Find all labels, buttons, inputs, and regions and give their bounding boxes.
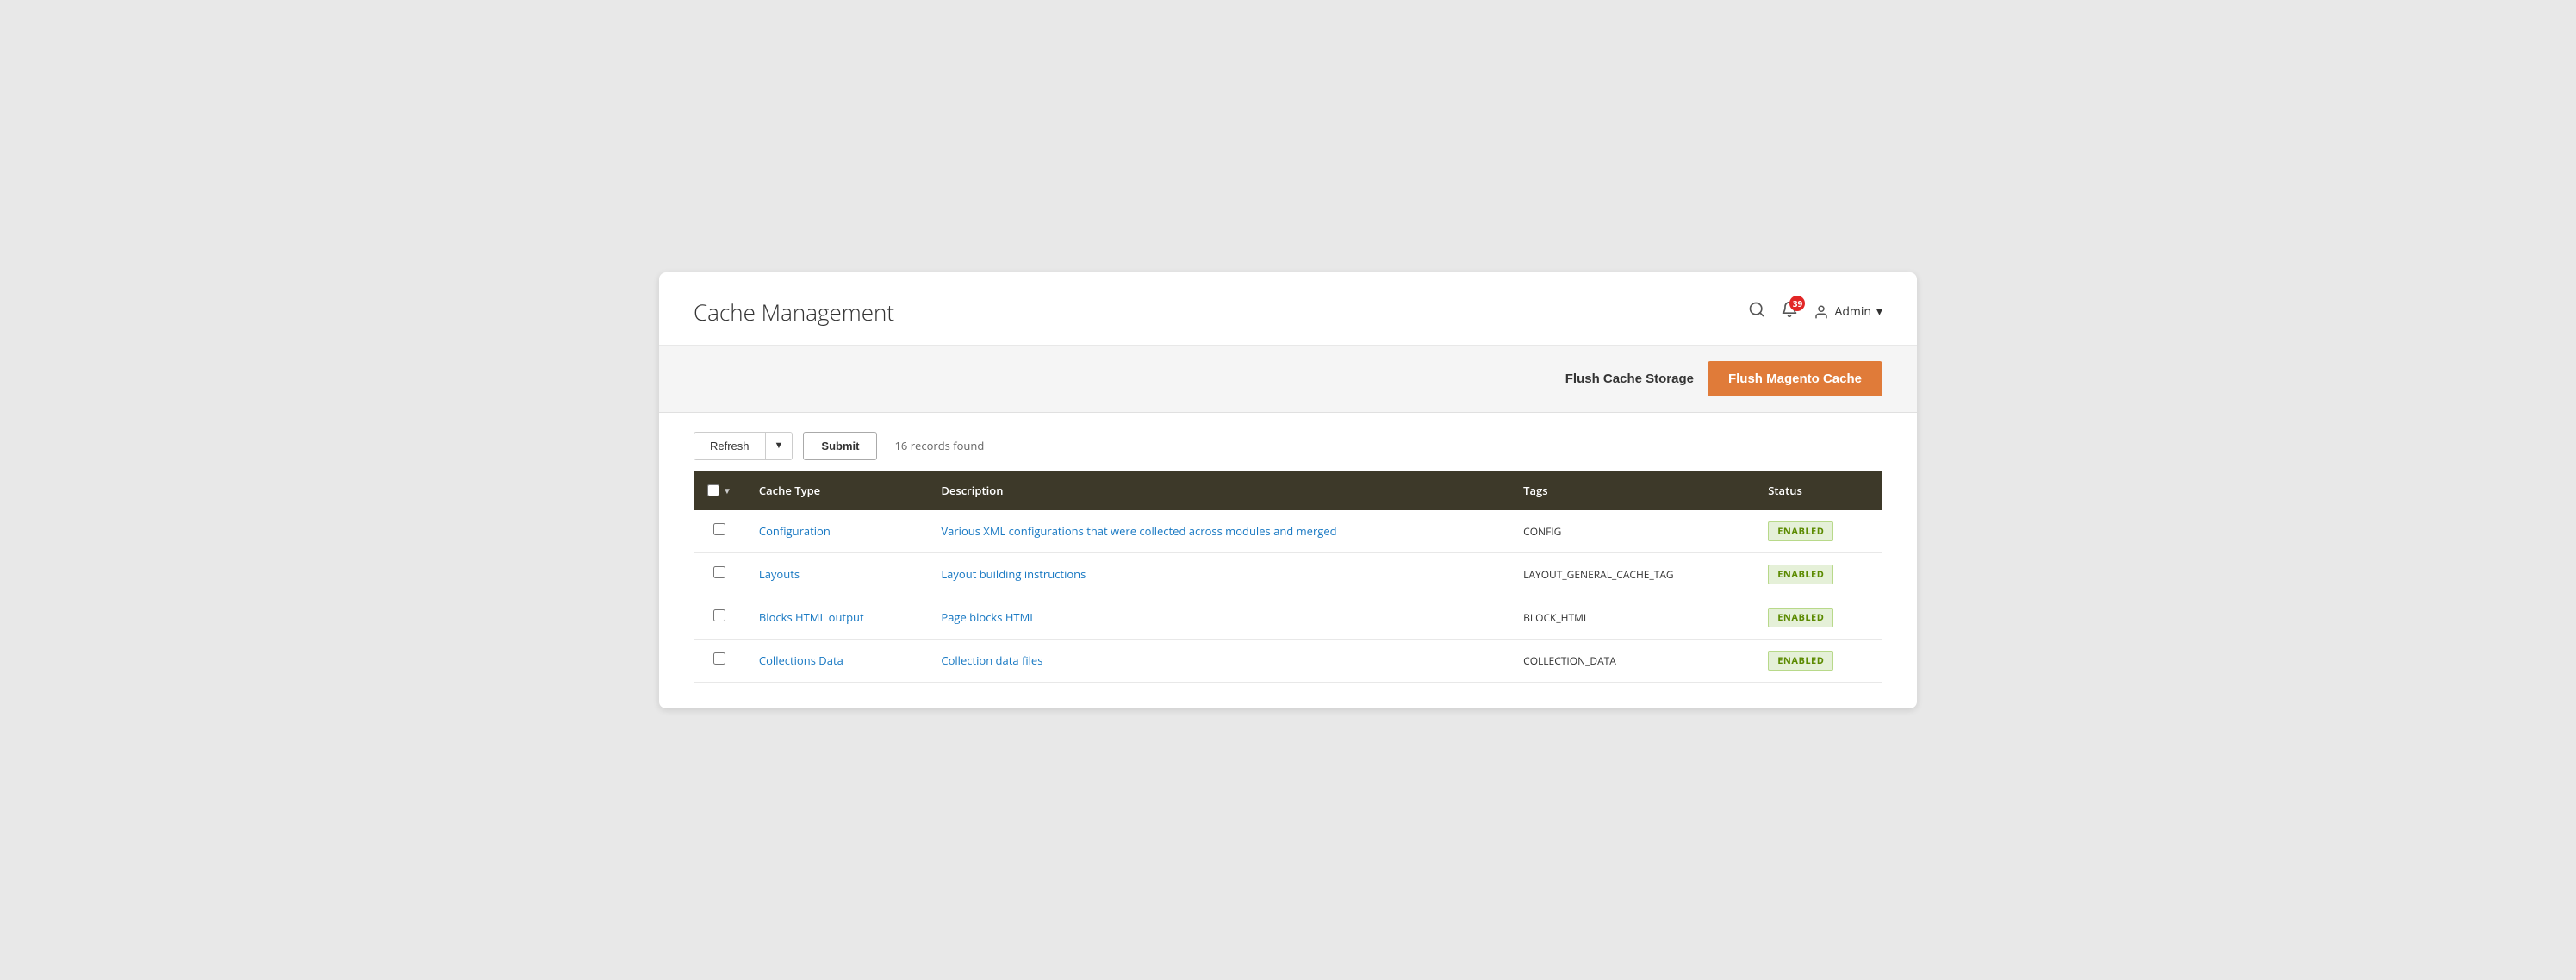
table-row: Layouts Layout building instructions LAYOU… bbox=[694, 552, 1882, 596]
toolbar: Refresh ▼ Submit 16 records found bbox=[659, 413, 1917, 471]
description-link[interactable]: Page blocks HTML bbox=[941, 609, 1036, 625]
row-checkbox-3[interactable] bbox=[713, 652, 725, 665]
th-status: Status bbox=[1754, 471, 1882, 510]
row-checkbox-1[interactable] bbox=[713, 566, 725, 578]
search-icon[interactable] bbox=[1748, 301, 1765, 323]
cache-type-link[interactable]: Configuration bbox=[759, 523, 831, 539]
flush-cache-storage-button[interactable]: Flush Cache Storage bbox=[1565, 365, 1694, 393]
status-badge: ENABLED bbox=[1768, 651, 1833, 671]
row-checkbox-0[interactable] bbox=[713, 523, 725, 535]
table-row: Blocks HTML output Page blocks HTML BLOCK_… bbox=[694, 596, 1882, 639]
notification-count: 39 bbox=[1789, 296, 1805, 311]
row-checkbox-2[interactable] bbox=[713, 609, 725, 621]
cache-type-link[interactable]: Layouts bbox=[759, 566, 800, 582]
th-tags: Tags bbox=[1509, 471, 1754, 510]
select-all-checkbox[interactable] bbox=[707, 484, 719, 496]
description-link[interactable]: Layout building instructions bbox=[941, 566, 1086, 582]
admin-arrow-icon: ▾ bbox=[1876, 303, 1882, 320]
description-link[interactable]: Collection data files bbox=[941, 652, 1042, 668]
action-bar: Flush Cache Storage Flush Magento Cache bbox=[659, 346, 1917, 413]
page-title: Cache Management bbox=[694, 296, 894, 328]
table-row: Configuration Various XML configurations … bbox=[694, 510, 1882, 553]
page-header: Cache Management 39 Admin ▾ bbox=[659, 272, 1917, 346]
table-row: Collections Data Collection data files COL… bbox=[694, 639, 1882, 682]
th-checkbox: ▼ bbox=[694, 471, 745, 510]
header-actions: 39 Admin ▾ bbox=[1748, 301, 1882, 323]
cache-management-card: Cache Management 39 Admin ▾ bbox=[659, 272, 1917, 708]
tag-cell: LAYOUT_GENERAL_CACHE_TAG bbox=[1509, 552, 1754, 596]
submit-button[interactable]: Submit bbox=[803, 432, 877, 460]
status-badge: ENABLED bbox=[1768, 608, 1833, 627]
cache-table-container: ▼ Cache Type Description Tags Status Con… bbox=[659, 471, 1917, 683]
tag-cell: BLOCK_HTML bbox=[1509, 596, 1754, 639]
flush-magento-cache-button[interactable]: Flush Magento Cache bbox=[1708, 361, 1882, 396]
notification-bell[interactable]: 39 bbox=[1781, 301, 1798, 322]
refresh-button[interactable]: Refresh bbox=[694, 433, 766, 459]
refresh-group: Refresh ▼ bbox=[694, 432, 793, 460]
table-header-row: ▼ Cache Type Description Tags Status bbox=[694, 471, 1882, 510]
th-description: Description bbox=[927, 471, 1509, 510]
cache-type-link[interactable]: Blocks HTML output bbox=[759, 609, 864, 625]
refresh-dropdown-button[interactable]: ▼ bbox=[766, 433, 793, 459]
tag-cell: COLLECTION_DATA bbox=[1509, 639, 1754, 682]
records-found-label: 16 records found bbox=[894, 438, 984, 453]
description-link[interactable]: Various XML configurations that were col… bbox=[941, 523, 1336, 539]
admin-label: Admin bbox=[1834, 303, 1871, 320]
status-badge: ENABLED bbox=[1768, 565, 1833, 584]
th-dropdown-arrow-icon[interactable]: ▼ bbox=[723, 484, 731, 496]
status-badge: ENABLED bbox=[1768, 521, 1833, 541]
cache-type-link[interactable]: Collections Data bbox=[759, 652, 843, 668]
th-cache-type: Cache Type bbox=[745, 471, 927, 510]
tag-cell: CONFIG bbox=[1509, 510, 1754, 553]
cache-table: ▼ Cache Type Description Tags Status Con… bbox=[694, 471, 1882, 683]
admin-menu[interactable]: Admin ▾ bbox=[1814, 303, 1882, 320]
